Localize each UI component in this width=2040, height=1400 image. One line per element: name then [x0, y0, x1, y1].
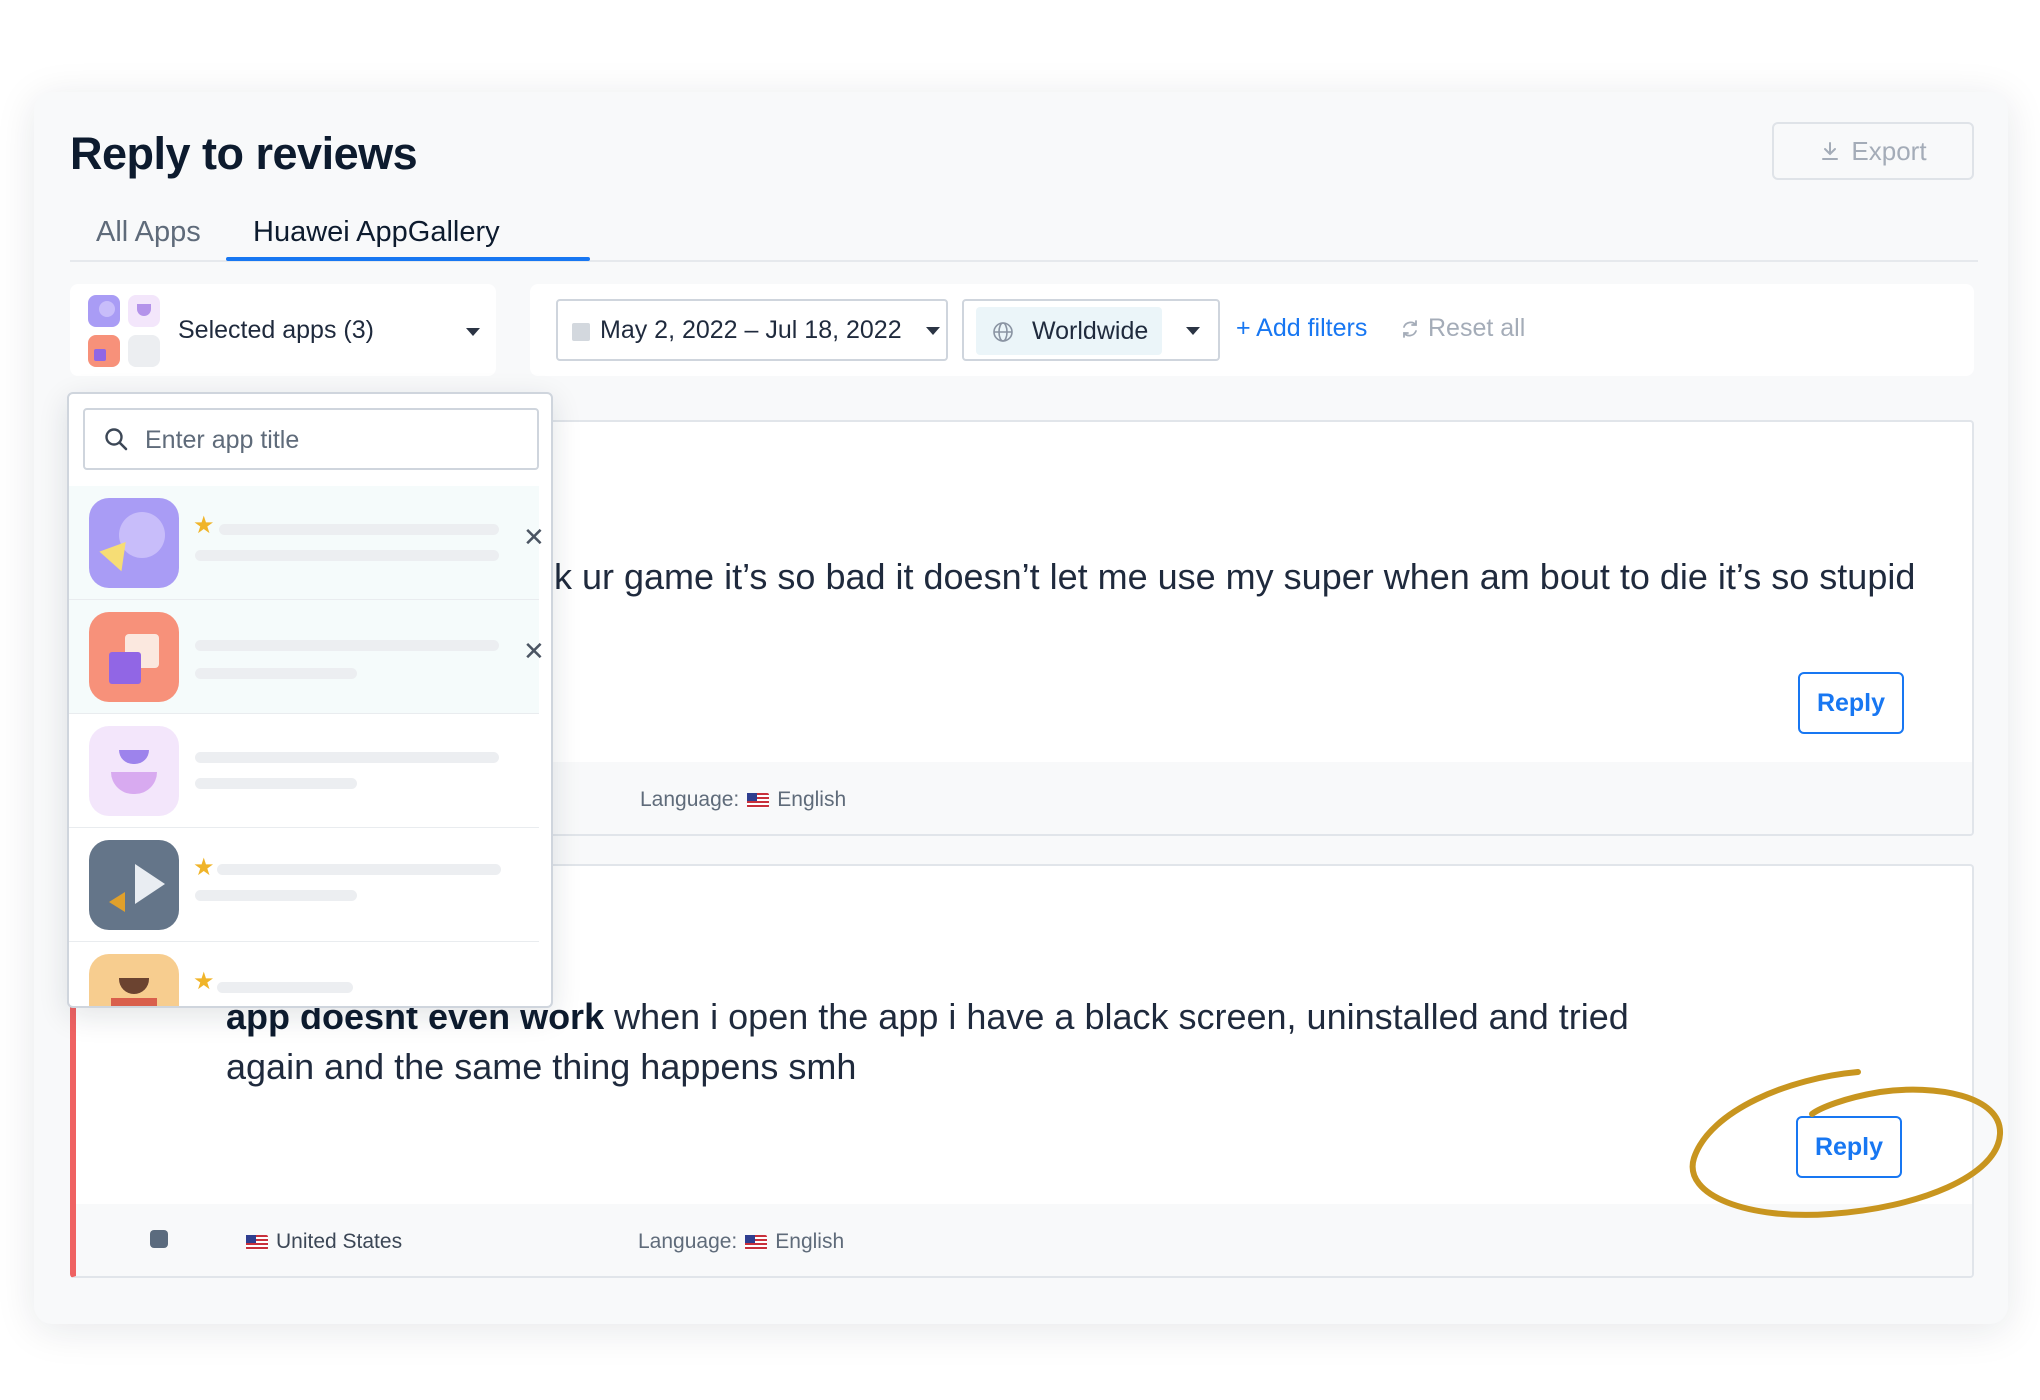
app-list-item[interactable]: ★: [69, 828, 539, 942]
download-icon: [1822, 142, 1839, 160]
app-title-placeholder: [195, 640, 499, 651]
review-language: Language: English: [638, 1230, 844, 1254]
app-search-input[interactable]: [145, 420, 525, 460]
reset-all-button[interactable]: Reset all: [1400, 314, 1525, 343]
date-range-value: May 2, 2022 – Jul 18, 2022: [600, 316, 902, 344]
app-subtitle-placeholder: [195, 778, 357, 789]
country-value: United States: [276, 1230, 403, 1253]
region-value: Worldwide: [1032, 317, 1149, 345]
app-list: ★ ✕ ✕ ★ ★: [69, 486, 545, 1006]
close-icon[interactable]: ✕: [523, 524, 545, 550]
reply-button[interactable]: Reply: [1798, 672, 1904, 734]
purple-app-mini-icon: [88, 295, 120, 327]
review-text: k ur game it’s so bad it doesn’t let me …: [554, 556, 1916, 597]
app-title-placeholder: [217, 864, 501, 875]
app-selector[interactable]: Selected apps (3): [70, 284, 496, 376]
app-list-item[interactable]: ★: [69, 942, 539, 1006]
us-flag-icon: [747, 792, 770, 808]
us-flag-icon: [246, 1234, 268, 1250]
us-flag-icon: [745, 1234, 768, 1250]
dropdown-scrollbar[interactable]: [551, 488, 553, 790]
region-select[interactable]: Worldwide: [962, 299, 1220, 361]
date-range-select[interactable]: May 2, 2022 – Jul 18, 2022: [556, 299, 948, 361]
tab-bar: All Apps Huawei AppGallery: [70, 212, 1978, 262]
app-title-placeholder: [217, 982, 353, 993]
globe-icon: [993, 322, 1013, 342]
lilac-app-mini-icon: [128, 295, 160, 327]
search-icon: [105, 428, 128, 451]
reset-icon: [1403, 319, 1417, 338]
star-icon: ★: [193, 854, 215, 881]
sand-app-icon: [89, 954, 179, 1006]
app-subtitle-placeholder: [195, 890, 357, 901]
star-icon: ★: [193, 512, 215, 539]
language-value: English: [777, 788, 847, 811]
tab-all-apps[interactable]: All Apps: [96, 216, 201, 249]
selected-apps-icons: [88, 295, 162, 367]
coral-app-mini-icon: [88, 335, 120, 367]
store-icon: [150, 1230, 168, 1248]
app-list-item[interactable]: ✕: [69, 600, 545, 714]
app-subtitle-placeholder: [195, 550, 499, 561]
lilac-app-icon: [89, 726, 179, 816]
chevron-down-icon: [466, 328, 480, 336]
review-language: Language: English: [640, 788, 846, 812]
purple-app-icon: [89, 498, 179, 588]
app-title-placeholder: [219, 524, 499, 535]
star-icon: ★: [193, 968, 215, 995]
calendar-icon: [572, 323, 590, 341]
app-search-box: [83, 408, 539, 470]
selected-apps-label: Selected apps (3): [178, 316, 374, 344]
highlight-ring: [1689, 1069, 2004, 1218]
region-chip: Worldwide: [976, 307, 1162, 355]
language-value: English: [775, 1230, 845, 1253]
slate-app-icon: [89, 840, 179, 930]
reset-all-label: Reset all: [1428, 314, 1526, 342]
page-title: Reply to reviews: [70, 128, 418, 179]
chevron-down-icon: [1186, 327, 1200, 335]
language-label: Language:: [640, 788, 740, 811]
app-list-item[interactable]: ★ ✕: [69, 486, 545, 600]
chevron-down-icon: [926, 327, 940, 335]
active-tab-indicator: [226, 257, 590, 261]
app-dropdown: ★ ✕ ✕ ★ ★: [67, 392, 553, 1008]
coral-app-icon: [89, 612, 179, 702]
filter-bar: May 2, 2022 – Jul 18, 2022 Worldwide + A…: [530, 284, 1974, 376]
close-icon[interactable]: ✕: [523, 638, 545, 664]
language-label: Language:: [638, 1230, 738, 1253]
review-country: United States: [246, 1230, 402, 1254]
app-title-placeholder: [195, 752, 499, 763]
app-subtitle-placeholder: [195, 668, 357, 679]
empty-app-slot: [128, 335, 160, 367]
tab-huawei-appgallery[interactable]: Huawei AppGallery: [253, 216, 500, 249]
add-filters-button[interactable]: + Add filters: [1236, 314, 1367, 343]
app-list-item[interactable]: [69, 714, 539, 828]
export-button[interactable]: Export: [1772, 122, 1974, 180]
export-label: Export: [1851, 135, 1927, 166]
